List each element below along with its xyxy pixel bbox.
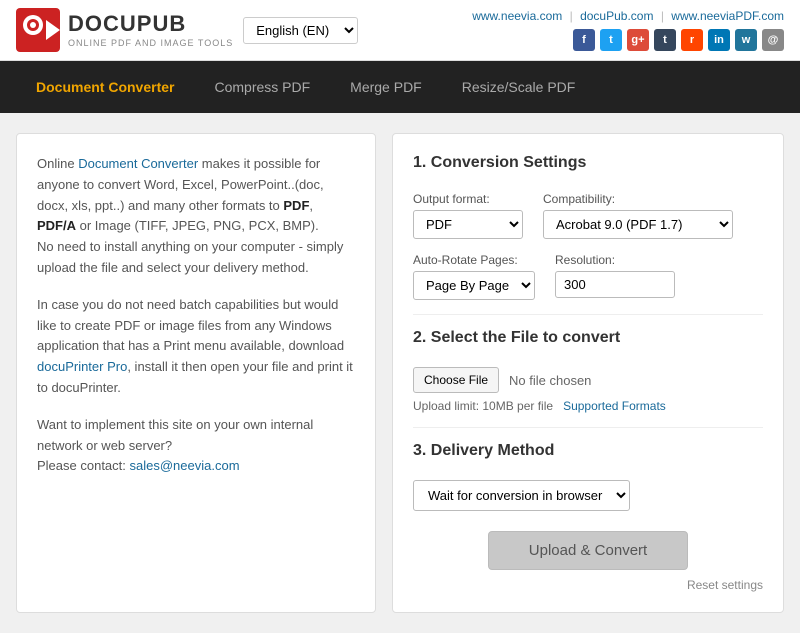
output-format-group: Output format: PDF DOCX JPEG PNG TIFF bbox=[413, 192, 523, 239]
choose-file-button[interactable]: Choose File bbox=[413, 367, 499, 393]
intro-paragraph: Online Document Converter makes it possi… bbox=[37, 154, 355, 279]
reddit-icon[interactable]: r bbox=[681, 29, 703, 51]
email-icon[interactable]: @ bbox=[762, 29, 784, 51]
compatibility-select[interactable]: Acrobat 9.0 (PDF 1.7) Acrobat 8.0 (PDF 1… bbox=[543, 210, 733, 239]
auto-rotate-group: Auto-Rotate Pages: Page By Page None All… bbox=[413, 253, 535, 300]
output-format-select[interactable]: PDF DOCX JPEG PNG TIFF bbox=[413, 210, 523, 239]
logo-area: DOCUPUB ONLINE PDF AND IMAGE TOOLS Engli… bbox=[16, 8, 358, 52]
main-nav: Document Converter Compress PDF Merge PD… bbox=[0, 61, 800, 113]
facebook-icon[interactable]: f bbox=[573, 29, 595, 51]
left-panel: Online Document Converter makes it possi… bbox=[16, 133, 376, 613]
site-subtitle: ONLINE PDF AND IMAGE TOOLS bbox=[68, 38, 233, 49]
upload-limit-row: Upload limit: 10MB per file Supported Fo… bbox=[413, 399, 763, 413]
docuprinter-link[interactable]: docuPrinter Pro bbox=[37, 359, 127, 374]
neevia-link[interactable]: www.neevia.com bbox=[472, 9, 562, 23]
nav-merge-pdf[interactable]: Merge PDF bbox=[330, 61, 442, 113]
delivery-method-select[interactable]: Wait for conversion in browser Send by e… bbox=[413, 480, 630, 511]
output-format-label: Output format: bbox=[413, 192, 523, 206]
image-text: or Image (TIFF, JPEG, PNG, PCX, BMP). bbox=[76, 218, 319, 233]
document-converter-link[interactable]: Document Converter bbox=[78, 156, 198, 171]
auto-rotate-label: Auto-Rotate Pages: bbox=[413, 253, 535, 267]
nav-compress-pdf[interactable]: Compress PDF bbox=[194, 61, 330, 113]
google-plus-icon[interactable]: g+ bbox=[627, 29, 649, 51]
linkedin-icon[interactable]: in bbox=[708, 29, 730, 51]
divider-2 bbox=[413, 427, 763, 428]
pdfa-bold: PDF/A bbox=[37, 218, 76, 233]
section1-title: 1. Conversion Settings bbox=[413, 154, 763, 178]
contact-text: Please contact: bbox=[37, 458, 130, 473]
wordpress-icon[interactable]: w bbox=[735, 29, 757, 51]
form-row-2: Auto-Rotate Pages: Page By Page None All… bbox=[413, 253, 763, 300]
divider-1 bbox=[413, 314, 763, 315]
resolution-label: Resolution: bbox=[555, 253, 675, 267]
language-select[interactable]: English (EN) French (FR) Spanish (ES) bbox=[243, 17, 358, 44]
pdf-bold: PDF bbox=[283, 198, 309, 213]
nav-resize-pdf[interactable]: Resize/Scale PDF bbox=[442, 61, 596, 113]
section2-title: 2. Select the File to convert bbox=[413, 329, 763, 353]
docupub-link[interactable]: docuPub.com bbox=[580, 9, 653, 23]
twitter-icon[interactable]: t bbox=[600, 29, 622, 51]
supported-formats-link[interactable]: Supported Formats bbox=[563, 399, 666, 413]
para2-a: In case you do not need batch capabiliti… bbox=[37, 297, 344, 354]
auto-rotate-select[interactable]: Page By Page None All Portrait All Lands… bbox=[413, 271, 535, 300]
right-panel: 1. Conversion Settings Output format: PD… bbox=[392, 133, 784, 613]
logo-icon bbox=[16, 8, 60, 52]
header: DOCUPUB ONLINE PDF AND IMAGE TOOLS Engli… bbox=[0, 0, 800, 61]
compatibility-label: Compatibility: bbox=[543, 192, 733, 206]
nav-document-converter[interactable]: Document Converter bbox=[16, 61, 194, 113]
resolution-input[interactable] bbox=[555, 271, 675, 298]
para2: In case you do not need batch capabiliti… bbox=[37, 295, 355, 399]
logo-wrapper: DOCUPUB ONLINE PDF AND IMAGE TOOLS bbox=[16, 8, 233, 52]
comma: , bbox=[309, 198, 313, 213]
top-links: www.neevia.com | docuPub.com | www.neevi… bbox=[472, 9, 784, 23]
reset-settings-link[interactable]: Reset settings bbox=[413, 578, 763, 592]
intro-text: Online bbox=[37, 156, 78, 171]
no-install-text: No need to install anything on your comp… bbox=[37, 239, 343, 275]
neeviapdf-link[interactable]: www.neeviaPDF.com bbox=[671, 9, 784, 23]
contact-email-link[interactable]: sales@neevia.com bbox=[130, 458, 240, 473]
sep2: | bbox=[661, 9, 664, 23]
top-right: www.neevia.com | docuPub.com | www.neevi… bbox=[472, 9, 784, 51]
para3-text: Want to implement this site on your own … bbox=[37, 417, 313, 453]
tumblr-icon[interactable]: t bbox=[654, 29, 676, 51]
file-name-display: No file chosen bbox=[509, 373, 591, 388]
section3-title: 3. Delivery Method bbox=[413, 442, 763, 466]
para3: Want to implement this site on your own … bbox=[37, 415, 355, 477]
upload-convert-button[interactable]: Upload & Convert bbox=[488, 531, 688, 570]
resolution-group: Resolution: bbox=[555, 253, 675, 300]
logo-text: DOCUPUB ONLINE PDF AND IMAGE TOOLS bbox=[68, 11, 233, 48]
main-content: Online Document Converter makes it possi… bbox=[0, 113, 800, 633]
file-row: Choose File No file chosen bbox=[413, 367, 763, 393]
site-name: DOCUPUB bbox=[68, 11, 233, 37]
compatibility-group: Compatibility: Acrobat 9.0 (PDF 1.7) Acr… bbox=[543, 192, 733, 239]
sep1: | bbox=[570, 9, 573, 23]
social-icons: f t g+ t r in w @ bbox=[472, 29, 784, 51]
upload-limit-text: Upload limit: 10MB per file bbox=[413, 399, 553, 413]
form-row-1: Output format: PDF DOCX JPEG PNG TIFF Co… bbox=[413, 192, 763, 239]
